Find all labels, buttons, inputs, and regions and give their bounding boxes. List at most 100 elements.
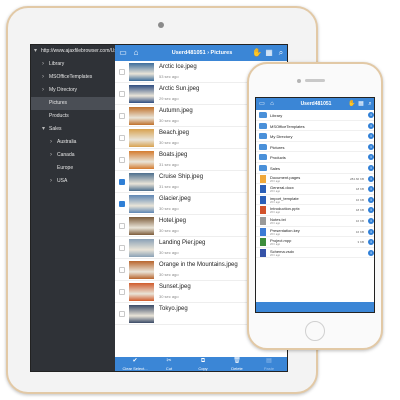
file-name: Sunset.jpeg: [159, 284, 191, 290]
file-checkbox[interactable]: [119, 289, 125, 295]
info-icon[interactable]: i: [368, 207, 374, 214]
chevron-right-icon[interactable]: ›: [50, 175, 52, 188]
file-checkbox[interactable]: [119, 267, 125, 273]
info-icon[interactable]: i: [368, 239, 374, 246]
file-checkbox[interactable]: [119, 245, 125, 251]
file-checkbox[interactable]: [119, 201, 125, 207]
info-icon[interactable]: i: [368, 249, 374, 256]
folder-row[interactable]: Products i: [256, 152, 374, 163]
ipad-action-toolbar: ✔ Clear Select... ✂ Cut ⧉ Copy 🗑 Delete ▤ Paste: [115, 357, 287, 371]
image-thumbnail: [129, 195, 154, 213]
select-hand-icon[interactable]: ✋: [348, 100, 356, 108]
ppt-file-icon: [260, 206, 266, 215]
file-checkbox[interactable]: [119, 113, 125, 119]
folder-row[interactable]: MSOfficeTemplates i: [256, 121, 374, 132]
iphone-device: ▭ ⌂ Userd481051 ✋ ▦ ⌕ Library i MSOfficeTe…: [247, 62, 383, 350]
tree-item[interactable]: ▾ Sales: [31, 123, 115, 136]
image-thumbnail: [129, 63, 154, 81]
grid-view-icon[interactable]: ▦: [357, 100, 365, 108]
file-name: Arctic Ice.jpeg: [159, 64, 197, 70]
item-size: 16 KB: [355, 197, 364, 202]
file-modified-time: 30 sec ago: [159, 118, 179, 123]
file-row[interactable]: Presentation.key 26 h ago 16 KB i: [256, 227, 374, 238]
info-icon[interactable]: i: [368, 186, 374, 193]
file-row[interactable]: Document.pages 26 h ago 284.66 KB i: [256, 174, 374, 185]
file-checkbox[interactable]: [119, 157, 125, 163]
folder-row[interactable]: Sales i: [256, 163, 374, 174]
info-icon[interactable]: i: [368, 196, 374, 203]
image-thumbnail: [129, 283, 154, 301]
file-row[interactable]: import_template 26 h ago 16 KB i: [256, 195, 374, 206]
image-thumbnail: [129, 151, 154, 169]
ipad-header-title: Userd481051 › Pictures: [171, 50, 233, 56]
tree-item[interactable]: Products: [31, 110, 115, 123]
item-name: Products: [270, 155, 286, 161]
item-modified-time: 26 h ago: [270, 232, 281, 236]
tree-item[interactable]: › Australia: [31, 136, 115, 149]
vsd-file-icon: [260, 248, 266, 257]
item-modified-time: 26 h ago: [270, 253, 281, 257]
select-hand-icon[interactable]: ✋: [252, 48, 262, 58]
tree-item[interactable]: Europe: [31, 162, 115, 175]
item-modified-time: 26 h ago: [270, 200, 281, 204]
info-icon[interactable]: i: [368, 175, 374, 182]
chevron-right-icon[interactable]: ›: [42, 84, 44, 97]
tree-item[interactable]: Pictures: [31, 97, 115, 110]
folder-icon: [259, 122, 267, 129]
tree-item[interactable]: › Canada: [31, 149, 115, 162]
chevron-right-icon[interactable]: ›: [50, 149, 52, 162]
file-row[interactable]: Notes.txt 26 h ago 16 KB i: [256, 216, 374, 227]
iphone-home-button[interactable]: [305, 321, 325, 341]
file-row[interactable]: Schema.vsdx 26 h ago i: [256, 248, 374, 259]
info-icon[interactable]: i: [368, 143, 374, 150]
folder-row[interactable]: Pictures i: [256, 142, 374, 153]
info-icon[interactable]: i: [368, 112, 374, 118]
info-icon[interactable]: i: [368, 133, 374, 140]
info-icon[interactable]: i: [368, 164, 374, 171]
chevron-right-icon[interactable]: ›: [50, 136, 52, 149]
file-checkbox[interactable]: [119, 179, 125, 185]
item-modified-time: 26 h ago: [270, 243, 281, 247]
folder-row[interactable]: My Directory i: [256, 131, 374, 142]
tree-item-label: Australia: [57, 139, 77, 145]
info-icon[interactable]: i: [368, 217, 374, 224]
file-checkbox[interactable]: [119, 135, 125, 141]
file-checkbox[interactable]: [119, 311, 125, 317]
chevron-right-icon[interactable]: ›: [42, 71, 44, 84]
chevron-down-icon[interactable]: ▾: [42, 123, 45, 136]
info-icon[interactable]: i: [368, 122, 374, 129]
paste-button[interactable]: ▤ Paste: [249, 357, 287, 371]
ipad-camera: [158, 22, 164, 28]
tree-item[interactable]: › USA: [31, 175, 115, 188]
image-thumbnail: [129, 173, 154, 191]
file-row[interactable]: Project.mpp 26 h ago 3 KB i: [256, 237, 374, 248]
file-checkbox[interactable]: [119, 69, 125, 75]
item-size: 284.66 KB: [349, 176, 364, 181]
search-icon[interactable]: ⌕: [366, 100, 374, 108]
file-name: Beach.jpeg: [159, 130, 190, 136]
tree-item[interactable]: › MSOfficeTemplates: [31, 71, 115, 84]
item-size: 3 KB: [357, 240, 364, 245]
tree-item[interactable]: › My Directory: [31, 84, 115, 97]
tree-item[interactable]: › Library: [31, 58, 115, 71]
file-row[interactable]: Introduction.pptx 26 h ago 18 KB i: [256, 205, 374, 216]
file-checkbox[interactable]: [119, 223, 125, 229]
file-modified-time: 30 sec ago: [159, 250, 179, 255]
chevron-down-icon[interactable]: ▾: [34, 45, 37, 58]
iphone-file-list: Library i MSOfficeTemplates i My Directory i P…: [256, 110, 374, 302]
info-icon[interactable]: i: [368, 154, 374, 161]
iphone-camera: [297, 79, 301, 83]
chevron-right-icon[interactable]: ›: [42, 58, 44, 71]
item-name: Pictures: [270, 144, 285, 150]
file-modified-time: 53 sec ago: [159, 74, 179, 79]
folder-row[interactable]: Library i: [256, 110, 374, 121]
pages-file-icon: [260, 174, 266, 183]
device-mockup-stage: ▾ http://www.ajaxfilebrowser.com/User... ›…: [0, 0, 400, 400]
grid-view-icon[interactable]: ▦: [264, 48, 274, 58]
tree-item-label: Europe: [57, 165, 74, 171]
tree-item[interactable]: ▾ http://www.ajaxfilebrowser.com/User...: [31, 45, 115, 58]
file-checkbox[interactable]: [119, 91, 125, 97]
search-icon[interactable]: ⌕: [276, 48, 286, 58]
info-icon[interactable]: i: [368, 228, 374, 235]
file-row[interactable]: General.docx 26 h ago 18 KB i: [256, 184, 374, 195]
